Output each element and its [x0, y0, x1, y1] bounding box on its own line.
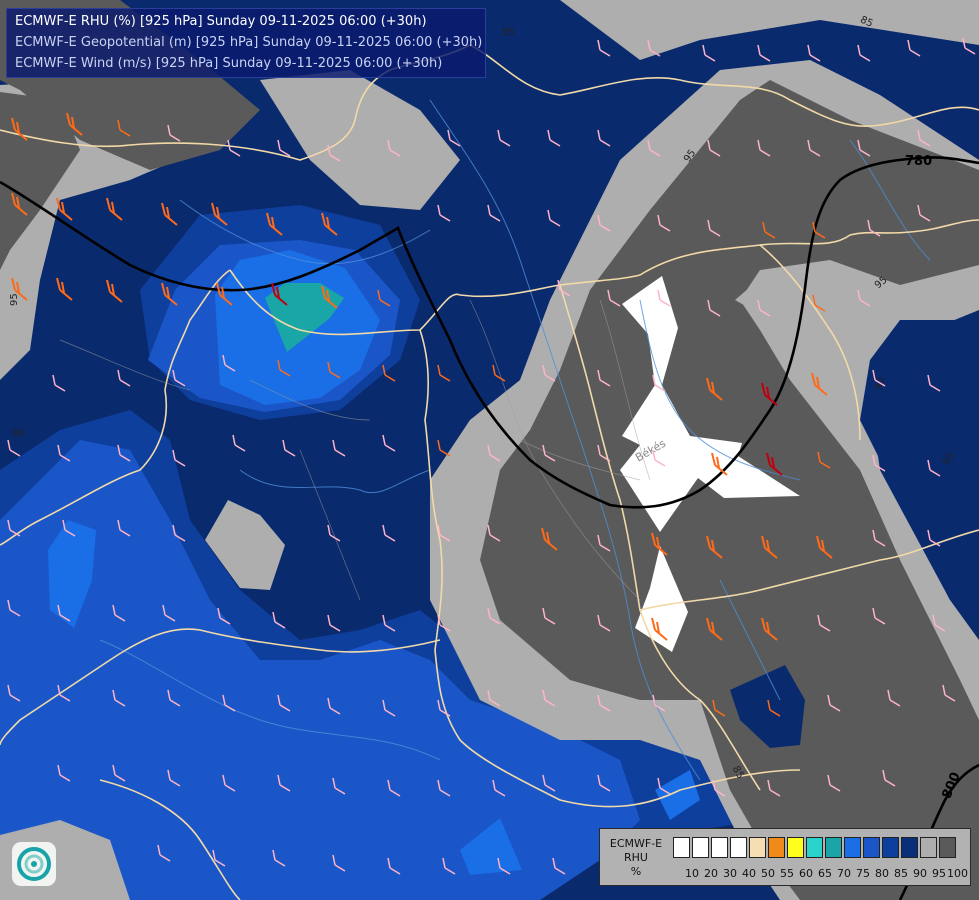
isohypse-label-780: 780 [905, 154, 932, 169]
legend-swatch [920, 837, 937, 858]
legend-title-unit: % [630, 865, 642, 878]
title-box: ECMWF-E RHU (%) [925 hPa] Sunday 09-11-2… [6, 8, 486, 78]
legend-label: 100 [947, 867, 968, 880]
legend-swatch [939, 837, 956, 858]
title-wind: ECMWF-E Wind (m/s) [925 hPa] Sunday 09-1… [15, 56, 443, 71]
rhu-legend: ECMWF-E RHU % 10 20 30 40 50 55 60 65 70 75 80 85 90… [599, 828, 971, 886]
title-geopotential: ECMWF-E Geopotential (m) [925 hPa] Sunda… [15, 35, 483, 50]
legend-swatch [882, 837, 899, 858]
legend-swatch [825, 837, 842, 858]
legend-label: 70 [837, 867, 851, 880]
legend-label: 65 [818, 867, 832, 880]
legend-label: 90 [913, 867, 927, 880]
legend-swatch [673, 837, 690, 858]
legend-label: 10 [685, 867, 699, 880]
logo-icon [12, 842, 56, 886]
legend-swatch [768, 837, 785, 858]
rhu-map: 780 800 95 95 95 95 90 90 85 85 85 Békés [0, 0, 979, 900]
legend-label: 40 [742, 867, 756, 880]
legend-title: ECMWF-E RHU % [604, 837, 668, 879]
legend-label: 55 [780, 867, 794, 880]
title-rhu: ECMWF-E RHU (%) [925 hPa] Sunday 09-11-2… [15, 14, 427, 29]
legend-swatch [749, 837, 766, 858]
legend-swatch [692, 837, 709, 858]
legend-label: 95 [932, 867, 946, 880]
legend-swatch [711, 837, 728, 858]
legend-swatch [844, 837, 861, 858]
legend-title-var: RHU [624, 851, 648, 864]
legend-label: 30 [723, 867, 737, 880]
legend-title-model: ECMWF-E [609, 837, 663, 850]
legend-label: 20 [704, 867, 718, 880]
legend-label: 50 [761, 867, 775, 880]
legend-label: 80 [875, 867, 889, 880]
legend-swatch [787, 837, 804, 858]
legend-swatch [806, 837, 823, 858]
contour-label-90-a: 90 [12, 428, 25, 439]
contour-label-85-a: 85 [502, 27, 515, 38]
contour-label-95-a: 95 [9, 293, 20, 306]
legend-label: 75 [856, 867, 870, 880]
legend-swatch [863, 837, 880, 858]
legend-label: 60 [799, 867, 813, 880]
legend-label: 85 [894, 867, 908, 880]
legend-swatch [730, 837, 747, 858]
legend-swatch [901, 837, 918, 858]
